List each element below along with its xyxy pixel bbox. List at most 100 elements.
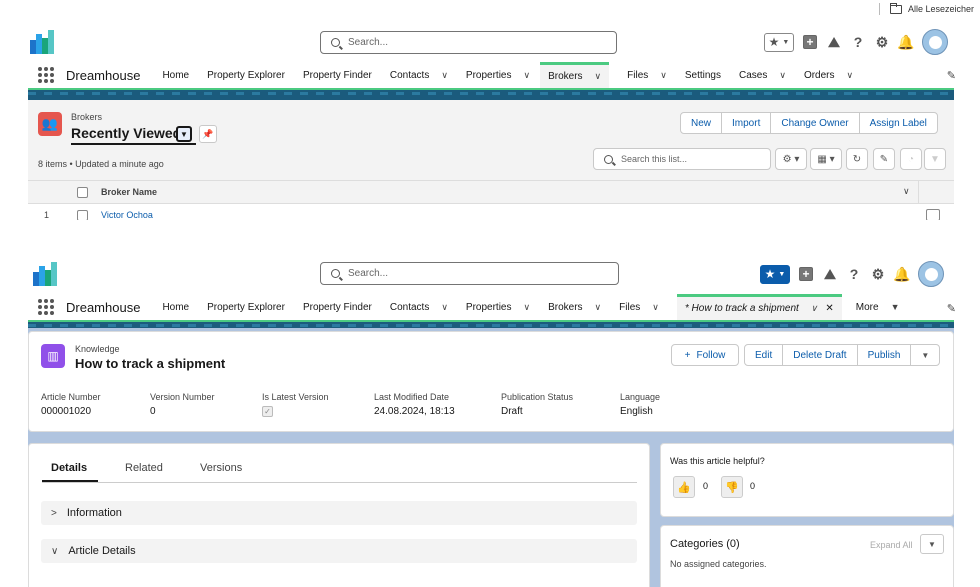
chevron-down-icon[interactable]: ∨	[441, 302, 448, 313]
section-article-details[interactable]: ∨ Article Details	[41, 539, 637, 563]
help-icon[interactable]: ?	[846, 266, 862, 282]
nav-item-brokers[interactable]: Brokers ∨	[548, 294, 601, 320]
chevron-down-icon: ▼	[782, 38, 790, 46]
global-actions-button[interactable]: +	[802, 34, 818, 50]
tabs-divider	[42, 482, 637, 483]
nav-item-settings[interactable]: Settings	[685, 62, 721, 88]
chevron-down-icon[interactable]: ∨	[441, 70, 448, 81]
help-icon[interactable]: ?	[850, 34, 866, 50]
chevron-down-icon[interactable]: ∨	[660, 70, 667, 81]
nav-item-property-explorer[interactable]: Property Explorer	[207, 62, 285, 88]
nav-item-files[interactable]: Files ∨	[627, 62, 667, 88]
bell-icon[interactable]: 🔔	[897, 34, 914, 50]
nav-item-files[interactable]: Files ∨	[619, 294, 659, 320]
display-as-button[interactable]: ▦ ▾	[810, 148, 842, 170]
nav-item-contacts[interactable]: Contacts ∨	[390, 62, 448, 88]
global-search-input[interactable]: Search...	[320, 262, 619, 285]
filter-button[interactable]: ▼	[924, 148, 946, 170]
chevron-down-icon[interactable]: ∨	[779, 70, 786, 81]
chevron-down-icon: ∨	[51, 545, 59, 557]
avatar[interactable]	[918, 261, 944, 287]
favorites-button[interactable]: ★ ▼	[760, 264, 790, 284]
nav-item-home[interactable]: Home	[162, 294, 189, 320]
bookmarks-bar: Alle Lesezeicher	[878, 0, 980, 18]
tab-related[interactable]: Related	[125, 462, 163, 474]
more-actions-button[interactable]: ▼	[910, 344, 941, 366]
chevron-down-icon[interactable]: ∨	[595, 71, 602, 82]
nav-item-property-finder[interactable]: Property Finder	[303, 294, 372, 320]
edit-button[interactable]: Edit	[744, 344, 784, 366]
gear-icon[interactable]: ⚙	[870, 266, 886, 282]
bell-icon[interactable]: 🔔	[893, 266, 910, 282]
thumbs-up-icon[interactable]: 👍	[673, 476, 695, 498]
section-information[interactable]: > Information	[41, 501, 637, 525]
list-view-name[interactable]: Recently Viewed	[71, 125, 181, 141]
refresh-button[interactable]: ↻	[846, 148, 868, 170]
global-actions-button[interactable]: +	[798, 266, 814, 282]
table-icon: ▦ ▾	[817, 153, 835, 165]
list-status: 8 items • Updated a minute ago	[38, 159, 164, 169]
record-highlights-card: ▥ Knowledge How to track a shipment + Fol…	[28, 331, 954, 432]
chevron-down-icon[interactable]: ∨	[847, 70, 854, 81]
nav-item-orders[interactable]: Orders ∨	[804, 62, 853, 88]
bookmarks-separator	[878, 3, 880, 15]
list-search-input[interactable]: Search this list...	[593, 148, 771, 170]
import-button[interactable]: Import	[721, 112, 772, 134]
nav-item-more[interactable]: More ▼	[856, 294, 900, 320]
broker-name-link[interactable]: Victor Ochoa	[101, 210, 153, 220]
new-button[interactable]: New	[680, 112, 723, 134]
field-article-number: Article Number 000001020	[41, 392, 101, 417]
column-header-broker-name[interactable]: Broker Name	[101, 187, 157, 197]
edit-nav-icon[interactable]: ✎	[947, 302, 956, 315]
app-launcher-icon[interactable]	[38, 67, 54, 83]
nav-item-home[interactable]: Home	[162, 62, 189, 88]
list-settings-button[interactable]: ⚙ ▾	[775, 148, 807, 170]
assign-label-button[interactable]: Assign Label	[858, 112, 938, 134]
nav-item-cases[interactable]: Cases ∨	[739, 62, 786, 88]
row-actions-button[interactable]	[926, 209, 940, 220]
pin-icon[interactable]: 📌	[199, 125, 217, 143]
charts-button[interactable]: ◔	[900, 148, 922, 170]
gear-icon[interactable]: ⚙	[874, 34, 890, 50]
app-launcher-icon[interactable]	[38, 299, 54, 315]
follow-button[interactable]: + Follow	[671, 344, 739, 366]
expand-all-link[interactable]: Expand All	[870, 540, 913, 550]
nav-item-property-finder[interactable]: Property Finder	[303, 62, 372, 88]
chevron-down-icon[interactable]: ∨	[524, 70, 531, 81]
nav-item-properties[interactable]: Properties ∨	[466, 294, 530, 320]
categories-card: Categories (0) Expand All ▼ No assigned …	[660, 525, 954, 587]
caret-down-icon[interactable]: ▼	[891, 302, 900, 312]
avatar[interactable]	[922, 29, 948, 55]
favorites-button[interactable]: ★ ▼	[764, 32, 794, 52]
list-view-picker-icon[interactable]: ▼	[176, 126, 192, 142]
nav-item-property-explorer[interactable]: Property Explorer	[207, 294, 285, 320]
chevron-down-icon[interactable]: ∨	[524, 302, 531, 313]
close-icon[interactable]: ✕	[825, 303, 833, 314]
tab-versions[interactable]: Versions	[200, 462, 242, 474]
header-icons: ★ ▼ + ⛰ ? ⚙ 🔔	[760, 261, 944, 287]
chevron-down-icon[interactable]: ∨	[652, 302, 659, 313]
edit-nav-icon[interactable]: ✎	[947, 69, 956, 82]
delete-draft-button[interactable]: Delete Draft	[782, 344, 858, 366]
trailhead-icon[interactable]: ⛰	[826, 34, 842, 50]
thumbs-down-count: 0	[750, 481, 756, 491]
nav-item-contacts[interactable]: Contacts ∨	[390, 294, 448, 320]
trailhead-icon[interactable]: ⛰	[822, 266, 838, 282]
publish-button[interactable]: Publish	[856, 344, 912, 366]
app-name: Dreamhouse	[66, 67, 141, 83]
global-search-input[interactable]: Search...	[320, 31, 617, 54]
tab-details[interactable]: Details	[51, 462, 87, 474]
row-checkbox[interactable]	[77, 210, 88, 220]
nav-item-brokers[interactable]: Brokers ∨	[540, 62, 610, 88]
thumbs-down-icon[interactable]: 👎	[721, 476, 743, 498]
chevron-down-icon[interactable]: ∨	[903, 186, 910, 197]
chevron-down-icon[interactable]: ∨	[811, 303, 818, 314]
chevron-down-icon[interactable]: ∨	[595, 302, 602, 313]
inline-edit-button[interactable]: ✎	[873, 148, 895, 170]
bookmarks-folder-label[interactable]: Alle Lesezeicher	[908, 4, 974, 14]
tab-how-to-track-a-shipment[interactable]: * How to track a shipment ∨ ✕	[676, 294, 842, 320]
categories-menu-button[interactable]: ▼	[920, 534, 944, 554]
nav-item-properties[interactable]: Properties ∨	[466, 62, 530, 88]
change-owner-button[interactable]: Change Owner	[770, 112, 860, 134]
select-all-checkbox[interactable]	[77, 187, 88, 198]
